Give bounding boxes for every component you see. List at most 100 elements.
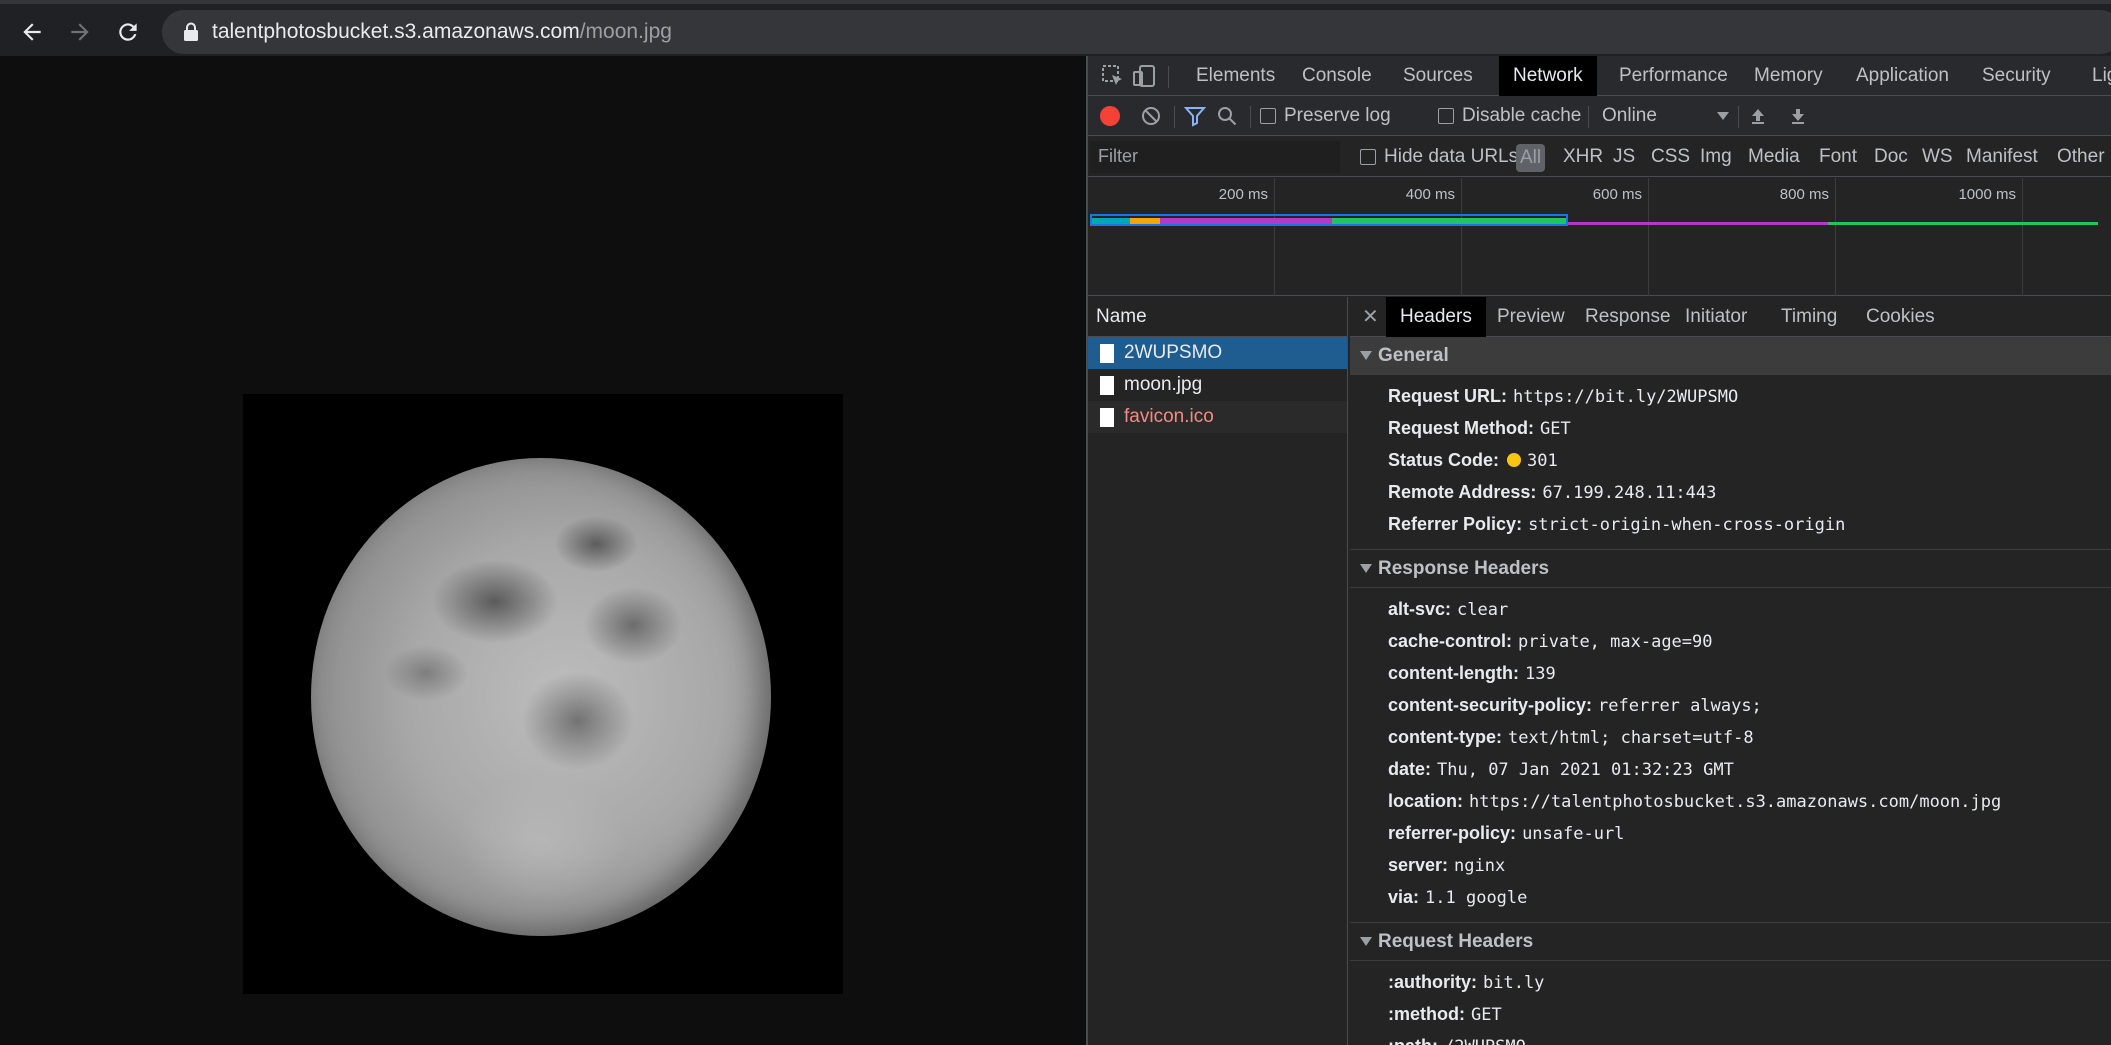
filter-manifest[interactable]: Manifest bbox=[1966, 137, 2038, 177]
filter-media[interactable]: Media bbox=[1748, 137, 1800, 177]
preserve-log-checkbox[interactable]: Preserve log bbox=[1260, 96, 1391, 136]
moon-disc bbox=[311, 458, 771, 936]
search-button[interactable] bbox=[1216, 96, 1238, 136]
filter-toggle-button[interactable] bbox=[1184, 96, 1206, 136]
general-section-header[interactable]: General bbox=[1350, 337, 2111, 375]
header-row: server: nginx bbox=[1350, 849, 2111, 881]
tab-security[interactable]: Security bbox=[1968, 56, 2065, 96]
header-row: location: https://talentphotosbucket.s3.a… bbox=[1350, 785, 2111, 817]
hide-data-urls-label: Hide data URLs bbox=[1384, 146, 1519, 167]
header-value: https://talentphotosbucket.s3.amazonaws.… bbox=[1469, 792, 2002, 812]
clear-button[interactable] bbox=[1140, 96, 1162, 136]
response-headers-section-header[interactable]: Response Headers bbox=[1350, 550, 2111, 588]
clear-icon bbox=[1142, 107, 1160, 125]
inspect-element-icon[interactable] bbox=[1100, 63, 1126, 89]
waterfall-bar-request-1 bbox=[1092, 218, 1130, 224]
network-toolbar: Preserve log Disable cache Online bbox=[1088, 96, 2111, 136]
filter-input[interactable]: Filter bbox=[1090, 141, 1340, 173]
tab-application[interactable]: Application bbox=[1842, 56, 1963, 96]
header-key: cache-control: bbox=[1388, 631, 1513, 651]
tab-elements[interactable]: Elements bbox=[1182, 56, 1289, 96]
general-section: Request URL: https://bit.ly/2WUPSMO Reque… bbox=[1350, 375, 2111, 550]
tab-lighthouse[interactable]: Lig bbox=[2078, 56, 2111, 96]
network-overview-timeline[interactable]: 200 ms 400 ms 600 ms 800 ms 1000 ms bbox=[1088, 178, 2111, 296]
header-row: alt-svc: clear bbox=[1350, 593, 2111, 625]
toolbar-divider bbox=[1168, 66, 1169, 88]
header-value: 301 bbox=[1527, 451, 1558, 471]
header-key: :method: bbox=[1388, 1004, 1465, 1024]
close-icon[interactable]: ✕ bbox=[1362, 304, 1379, 329]
header-value: Thu, 07 Jan 2021 01:32:23 GMT bbox=[1437, 760, 1734, 780]
header-value: https://bit.ly/2WUPSMO bbox=[1513, 387, 1739, 407]
export-har-button[interactable] bbox=[1788, 96, 1808, 136]
devtools-tab-bar: Elements Console Sources Network Perform… bbox=[1088, 56, 2111, 96]
header-row: :authority: bit.ly bbox=[1350, 966, 2111, 998]
toolbar-divider bbox=[1738, 106, 1739, 128]
address-bar[interactable]: talentphotosbucket.s3.amazonaws.com/moon… bbox=[162, 10, 2111, 54]
tab-network[interactable]: Network bbox=[1499, 56, 1597, 96]
filter-all[interactable]: All bbox=[1516, 144, 1546, 172]
document-icon bbox=[1100, 407, 1114, 427]
tab-response[interactable]: Response bbox=[1571, 297, 1685, 337]
tab-console[interactable]: Console bbox=[1288, 56, 1386, 96]
header-value: private, max-age=90 bbox=[1518, 632, 1713, 652]
header-value: clear bbox=[1457, 600, 1509, 620]
reload-button[interactable] bbox=[110, 14, 146, 50]
dropdown-arrow-icon bbox=[1716, 112, 1729, 120]
checkbox-box bbox=[1438, 108, 1454, 124]
timeline-tick-label: 200 ms bbox=[1218, 186, 1268, 203]
tab-headers[interactable]: Headers bbox=[1386, 297, 1486, 337]
header-value: referrer always; bbox=[1598, 696, 1762, 716]
filter-xhr[interactable]: XHR bbox=[1563, 137, 1603, 177]
filter-js[interactable]: JS bbox=[1613, 137, 1635, 177]
tab-timing[interactable]: Timing bbox=[1767, 297, 1851, 337]
device-toolbar-icon[interactable] bbox=[1132, 63, 1158, 89]
request-row-moon-jpg[interactable]: moon.jpg bbox=[1088, 369, 1347, 401]
header-value: nginx bbox=[1454, 856, 1506, 876]
request-row-favicon[interactable]: favicon.ico bbox=[1088, 401, 1347, 433]
tab-cookies[interactable]: Cookies bbox=[1852, 297, 1949, 337]
header-value: 139 bbox=[1524, 664, 1556, 684]
collapse-triangle-icon bbox=[1360, 564, 1372, 574]
header-row: :method: GET bbox=[1350, 998, 2111, 1030]
header-value: 1.1 google bbox=[1425, 888, 1528, 908]
filter-doc[interactable]: Doc bbox=[1874, 137, 1908, 177]
header-value: unsafe-url bbox=[1522, 824, 1625, 844]
header-value: bit.ly bbox=[1483, 973, 1545, 993]
header-value: GET bbox=[1470, 1005, 1502, 1025]
tab-memory[interactable]: Memory bbox=[1740, 56, 1837, 96]
header-value: 67.199.248.11:443 bbox=[1542, 483, 1717, 503]
response-headers-title: Response Headers bbox=[1378, 558, 1550, 579]
import-har-button[interactable] bbox=[1748, 96, 1768, 136]
header-key: Remote Address: bbox=[1388, 482, 1537, 502]
header-row: content-security-policy: referrer always; bbox=[1350, 689, 2111, 721]
header-key: content-type: bbox=[1388, 727, 1502, 747]
hide-data-urls-checkbox[interactable]: Hide data URLs bbox=[1360, 137, 1518, 177]
header-row: date: Thu, 07 Jan 2021 01:32:23 GMT bbox=[1350, 753, 2111, 785]
forward-button[interactable] bbox=[62, 14, 98, 50]
disable-cache-checkbox[interactable]: Disable cache bbox=[1438, 96, 1581, 136]
detail-tab-bar: ✕ Headers Preview Response Initiator Tim… bbox=[1350, 297, 2111, 337]
request-headers-section-header[interactable]: Request Headers bbox=[1350, 923, 2111, 961]
back-button[interactable] bbox=[14, 14, 50, 50]
filter-ws[interactable]: WS bbox=[1922, 137, 1953, 177]
name-column-header[interactable]: Name bbox=[1088, 297, 1347, 337]
tab-performance[interactable]: Performance bbox=[1605, 56, 1742, 96]
timeline-grid-line bbox=[1274, 178, 1275, 296]
filter-font[interactable]: Font bbox=[1819, 137, 1857, 177]
page-viewport bbox=[0, 56, 1086, 1045]
throttling-select[interactable]: Online bbox=[1602, 96, 1729, 136]
tab-sources[interactable]: Sources bbox=[1389, 56, 1487, 96]
filter-other[interactable]: Other bbox=[2057, 137, 2105, 177]
filter-img[interactable]: Img bbox=[1700, 137, 1732, 177]
record-button[interactable] bbox=[1100, 96, 1120, 136]
devtools-panel: Elements Console Sources Network Perform… bbox=[1086, 56, 2111, 1045]
header-row: content-type: text/html; charset=utf-8 bbox=[1350, 721, 2111, 753]
moon-image bbox=[243, 394, 843, 994]
header-key: Status Code: bbox=[1388, 450, 1500, 470]
tab-preview[interactable]: Preview bbox=[1483, 297, 1579, 337]
header-value: /2WUPSMO bbox=[1444, 1037, 1526, 1045]
request-row-2wupsmo[interactable]: 2WUPSMO bbox=[1088, 337, 1347, 369]
tab-initiator[interactable]: Initiator bbox=[1671, 297, 1761, 337]
filter-css[interactable]: CSS bbox=[1651, 137, 1690, 177]
